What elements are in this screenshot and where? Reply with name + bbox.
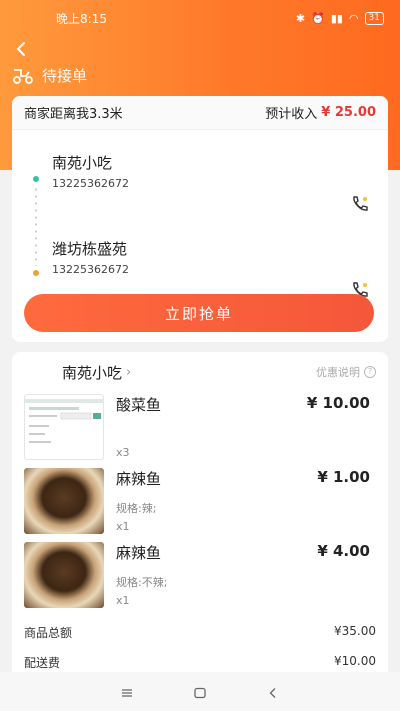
dropoff-dot bbox=[33, 270, 39, 276]
page-header: 待接单 bbox=[12, 64, 87, 86]
income-amount: ¥ 25.00 bbox=[321, 105, 376, 120]
income-info: 预计收入 ¥ 25.00 bbox=[265, 103, 376, 122]
battery-icon: 31 bbox=[364, 11, 384, 25]
discount-label: 优惠说明 bbox=[316, 366, 360, 379]
item-quantity: x1 bbox=[116, 594, 130, 607]
item-name: 麻辣鱼 bbox=[116, 544, 162, 562]
status-bar: 晚上8:15 ✱ ⏰ ▮▮ ◠ 31 bbox=[0, 0, 400, 36]
bluetooth-icon: ✱ bbox=[295, 11, 306, 25]
order-detail-card: 南苑小吃 › 优惠说明 ? 酸菜鱼 ¥ 10.00 x3 麻辣鱼 ¥ 1.00 … bbox=[12, 352, 388, 692]
dropoff-phone: 13225362672 bbox=[52, 263, 129, 276]
order-summary-row: 商家距离我3.3米 预计收入 ¥ 25.00 bbox=[12, 96, 388, 130]
shop-name: 南苑小吃 bbox=[62, 363, 123, 382]
item-image bbox=[24, 468, 104, 534]
route-line bbox=[35, 186, 37, 266]
item-image bbox=[24, 542, 104, 608]
pickup-name: 南苑小吃 bbox=[52, 154, 113, 172]
delivery-fee-value: ¥10.00 bbox=[334, 654, 376, 668]
chevron-right-icon: › bbox=[126, 364, 132, 380]
status-time: 晚上8:15 bbox=[56, 11, 107, 26]
subtotal-value: ¥35.00 bbox=[334, 624, 376, 638]
order-item: 麻辣鱼 ¥ 1.00 规格:辣; x1 bbox=[24, 468, 376, 536]
item-quantity: x1 bbox=[116, 520, 130, 533]
page-title: 待接单 bbox=[42, 66, 88, 85]
delivery-fee-row: 配送费 ¥10.00 bbox=[24, 654, 376, 671]
delivery-fee-label: 配送费 bbox=[24, 656, 61, 670]
system-nav-bar bbox=[0, 672, 400, 711]
discount-info[interactable]: 优惠说明 ? bbox=[316, 364, 376, 380]
chevron-left-icon bbox=[16, 42, 25, 56]
distance-text: 商家距离我3.3米 bbox=[24, 107, 123, 122]
item-price: ¥ 1.00 bbox=[317, 468, 370, 486]
order-item: 麻辣鱼 ¥ 4.00 规格:不辣; x1 bbox=[24, 542, 376, 610]
call-pickup-icon[interactable] bbox=[350, 194, 370, 214]
item-price: ¥ 10.00 bbox=[306, 394, 370, 412]
back-button[interactable] bbox=[10, 38, 34, 62]
home-icon[interactable] bbox=[193, 685, 207, 699]
wifi-icon: ◠ bbox=[348, 11, 359, 25]
item-image bbox=[24, 394, 104, 460]
order-card: 商家距离我3.3米 预计收入 ¥ 25.00 南苑小吃 13225362672 … bbox=[12, 96, 388, 342]
menu-icon[interactable] bbox=[120, 685, 134, 699]
shop-name-link[interactable]: 南苑小吃 › bbox=[62, 362, 131, 383]
subtotal-label: 商品总额 bbox=[24, 626, 73, 640]
signal-icon: ▮▮ bbox=[330, 11, 343, 25]
item-name: 酸菜鱼 bbox=[116, 396, 162, 414]
pickup-dot bbox=[33, 176, 39, 182]
order-item: 酸菜鱼 ¥ 10.00 x3 bbox=[24, 394, 376, 462]
back-nav-icon[interactable] bbox=[266, 685, 280, 699]
status-icons: ✱ ⏰ ▮▮ ◠ 31 bbox=[295, 11, 384, 25]
grab-order-button[interactable]: 立即抢单 bbox=[24, 294, 374, 332]
item-spec: 规格:辣; bbox=[116, 502, 157, 515]
pickup-stop: 南苑小吃 13225362672 bbox=[52, 152, 129, 190]
item-spec: 规格:不辣; bbox=[116, 576, 168, 589]
subtotal-row: 商品总额 ¥35.00 bbox=[24, 624, 376, 641]
alarm-icon: ⏰ bbox=[311, 11, 325, 25]
item-quantity: x3 bbox=[116, 446, 130, 459]
shop-row[interactable]: 南苑小吃 › 优惠说明 ? bbox=[12, 352, 388, 392]
item-price: ¥ 4.00 bbox=[317, 542, 370, 560]
item-name: 麻辣鱼 bbox=[116, 470, 162, 488]
scooter-icon bbox=[13, 69, 33, 84]
delivery-route: 南苑小吃 13225362672 潍坊栋盛苑 13225362672 bbox=[12, 130, 388, 297]
pickup-phone: 13225362672 bbox=[52, 177, 129, 190]
dropoff-stop: 潍坊栋盛苑 13225362672 bbox=[52, 238, 129, 276]
question-icon: ? bbox=[364, 366, 376, 378]
dropoff-name: 潍坊栋盛苑 bbox=[52, 240, 128, 258]
income-label: 预计收入 bbox=[265, 107, 318, 122]
